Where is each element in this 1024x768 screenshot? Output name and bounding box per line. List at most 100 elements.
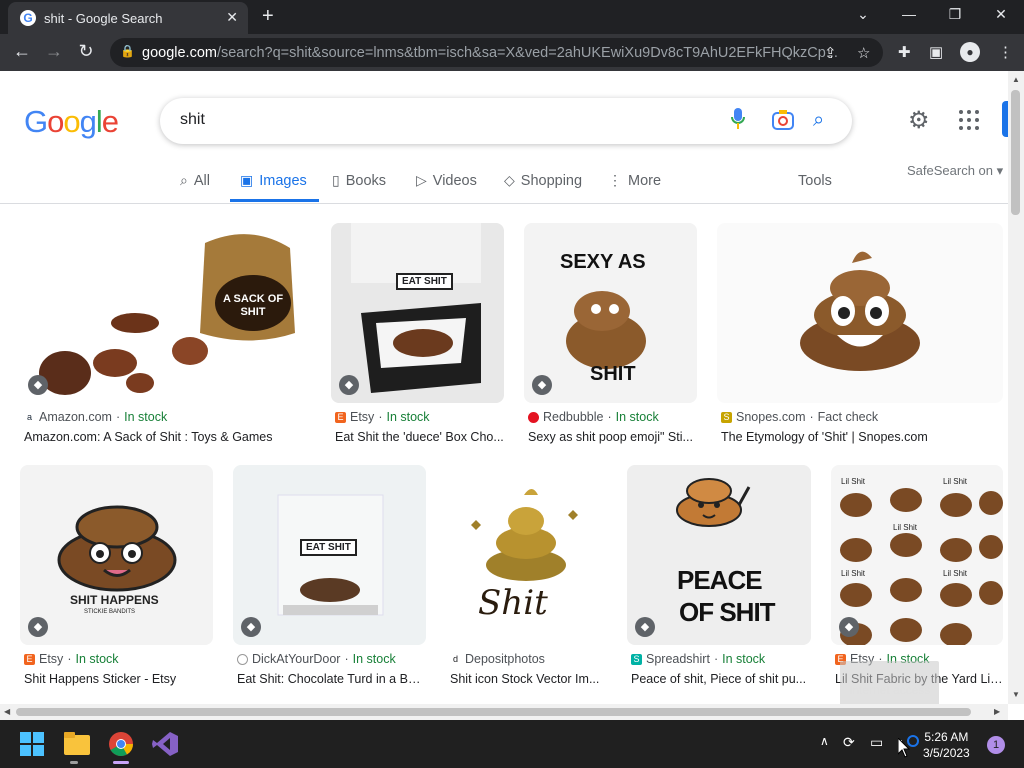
- browser-menu-icon[interactable]: ⋮: [998, 43, 1013, 61]
- vertical-scroll-thumb[interactable]: [1011, 90, 1020, 215]
- visual-studio-icon[interactable]: [152, 732, 178, 756]
- google-apps-icon[interactable]: [959, 110, 979, 130]
- result-title[interactable]: Eat Shit the 'duece' Box Cho...: [335, 430, 505, 444]
- profile-avatar-icon[interactable]: ●: [960, 42, 980, 62]
- settings-gear-icon[interactable]: ⚙: [908, 106, 930, 135]
- display-icon[interactable]: ▭: [870, 734, 883, 751]
- tab-all[interactable]: ⌕ All: [180, 172, 210, 189]
- redbubble-favicon-icon: [528, 411, 539, 423]
- windows-start-icon[interactable]: [20, 732, 44, 756]
- result-thumbnail[interactable]: EAT SHIT ◆: [233, 465, 426, 645]
- result-source[interactable]: a Amazon.com · In stock: [24, 410, 167, 424]
- separator: ·: [344, 652, 349, 666]
- fabric-label: Lil Shit: [943, 477, 968, 486]
- separator: ·: [713, 652, 719, 666]
- tab-title: shit - Google Search: [44, 10, 163, 26]
- minimize-button[interactable]: —: [897, 6, 921, 22]
- tab-close-icon[interactable]: ✕: [226, 9, 238, 26]
- tab-books[interactable]: ▯ Books: [332, 172, 386, 189]
- tab-images[interactable]: ▣ Images: [240, 172, 307, 189]
- tab-more[interactable]: ⋮ More: [608, 172, 661, 189]
- lock-icon: 🔒: [120, 44, 135, 58]
- file-explorer-icon[interactable]: [64, 732, 90, 756]
- result-thumbnail[interactable]: SEXY AS SHIT ◆: [524, 223, 697, 403]
- forward-icon[interactable]: →: [42, 41, 66, 62]
- scroll-right-icon[interactable]: ▶: [994, 707, 1000, 716]
- fabric-label: Lil Shit: [893, 523, 918, 532]
- restore-button[interactable]: ❐: [943, 6, 967, 23]
- result-source[interactable]: d Depositphotos: [450, 652, 545, 666]
- chevron-up-icon[interactable]: ∧: [820, 734, 829, 748]
- result-title[interactable]: The Etymology of 'Shit' | Snopes.com: [721, 430, 1003, 444]
- result-thumbnail[interactable]: [717, 223, 1003, 403]
- result-thumbnail[interactable]: EAT SHIT ◆: [331, 223, 504, 403]
- product-tag-icon: ◆: [532, 375, 552, 395]
- result-source[interactable]: Redbubble · In stock: [528, 410, 659, 424]
- reload-icon[interactable]: ↻: [74, 41, 98, 62]
- result-source[interactable]: DickAtYourDoor · In stock: [237, 652, 396, 666]
- close-window-button[interactable]: ✕: [989, 6, 1013, 23]
- back-icon[interactable]: ←: [10, 41, 34, 62]
- scroll-left-icon[interactable]: ◀: [4, 707, 10, 716]
- system-clock[interactable]: 5:26 AM 3/5/2023: [923, 729, 970, 761]
- shit-happens-sticker-image: [57, 505, 177, 592]
- scroll-up-icon[interactable]: ▲: [1012, 75, 1020, 84]
- box-label: EAT SHIT: [396, 273, 453, 290]
- sexy-label-top: SEXY AS: [560, 251, 646, 273]
- result-thumbnail[interactable]: Shit: [446, 465, 607, 645]
- result-source[interactable]: S Snopes.com · Fact check: [721, 410, 878, 424]
- horizontal-scroll-thumb[interactable]: [16, 708, 971, 716]
- tab-all-label: All: [193, 172, 210, 189]
- tools-button[interactable]: Tools: [798, 173, 832, 189]
- result-source[interactable]: E Etsy · In stock: [24, 652, 119, 666]
- source-name: Amazon.com: [39, 410, 112, 424]
- result-title[interactable]: Shit Happens Sticker - Etsy: [24, 672, 214, 686]
- result-source[interactable]: S Spreadshirt · In stock: [631, 652, 765, 666]
- source-name: Spreadshirt: [646, 652, 710, 666]
- sync-icon[interactable]: ⟳: [843, 734, 855, 751]
- tab-videos[interactable]: ▷ Videos: [416, 172, 477, 189]
- tab-shopping[interactable]: ◇ Shopping: [504, 172, 582, 189]
- result-title[interactable]: Amazon.com: A Sack of Shit : Toys & Game…: [24, 430, 309, 444]
- extensions-icon[interactable]: ✚: [898, 43, 911, 61]
- separator: ·: [115, 410, 121, 424]
- address-bar[interactable]: 🔒 google.com/search?q=shit&source=lnms&t…: [110, 38, 883, 67]
- search-icon[interactable]: ⌕: [813, 109, 824, 132]
- book-icon: ▯: [332, 172, 340, 188]
- result-thumbnail[interactable]: SHIT HAPPENS STICKIE BANDITS ◆: [20, 465, 213, 645]
- side-panel-icon[interactable]: ▣: [929, 43, 943, 61]
- new-tab-button[interactable]: +: [262, 6, 274, 26]
- poop-emoji-image: [800, 251, 920, 371]
- browser-tab[interactable]: G shit - Google Search ✕: [8, 2, 248, 34]
- more-vert-icon: ⋮: [608, 172, 622, 188]
- tab-search-button[interactable]: ⌄: [851, 6, 875, 23]
- etsy-favicon-icon: E: [24, 653, 35, 665]
- result-title[interactable]: Shit icon Stock Vector Im...: [450, 672, 607, 686]
- result-title[interactable]: Sexy as shit poop emoji" Sti...: [528, 430, 693, 444]
- lil-shit-fabric-image: [840, 488, 1003, 645]
- result-thumbnail[interactable]: A SACK OF SHIT ◆: [20, 223, 312, 403]
- microphone-icon[interactable]: [731, 108, 745, 130]
- share-icon[interactable]: ⇪: [824, 44, 837, 62]
- product-tag-icon: ◆: [241, 617, 261, 637]
- safesearch-toggle[interactable]: SafeSearch on ▾: [907, 163, 1003, 179]
- search-query[interactable]: shit: [180, 111, 205, 129]
- chrome-icon[interactable]: [108, 731, 134, 757]
- result-thumbnail[interactable]: PEACE OF SHIT ◆: [627, 465, 811, 645]
- search-input[interactable]: shit: [160, 98, 852, 144]
- tab-books-label: Books: [345, 172, 387, 189]
- result-thumbnail[interactable]: Lil Shit Lil Shit Lil Shit Lil Shit Lil …: [831, 465, 1003, 645]
- google-lens-icon[interactable]: [772, 109, 794, 131]
- source-name: Redbubble: [543, 410, 604, 424]
- google-logo[interactable]: Google: [24, 104, 119, 140]
- result-title[interactable]: Eat Shit: Chocolate Turd in a Bo...: [237, 672, 422, 686]
- stock-status: In stock: [722, 652, 766, 666]
- scroll-down-icon[interactable]: ▼: [1012, 690, 1020, 699]
- separator: ·: [809, 410, 814, 424]
- logo-letter: o: [63, 104, 80, 139]
- peace-label-2: OF SHIT: [679, 597, 776, 627]
- bookmark-star-icon[interactable]: ☆: [857, 44, 870, 62]
- result-source[interactable]: E Etsy · In stock: [335, 410, 430, 424]
- notification-badge[interactable]: 1: [987, 736, 1005, 754]
- result-title[interactable]: Peace of shit, Piece of shit pu...: [631, 672, 807, 686]
